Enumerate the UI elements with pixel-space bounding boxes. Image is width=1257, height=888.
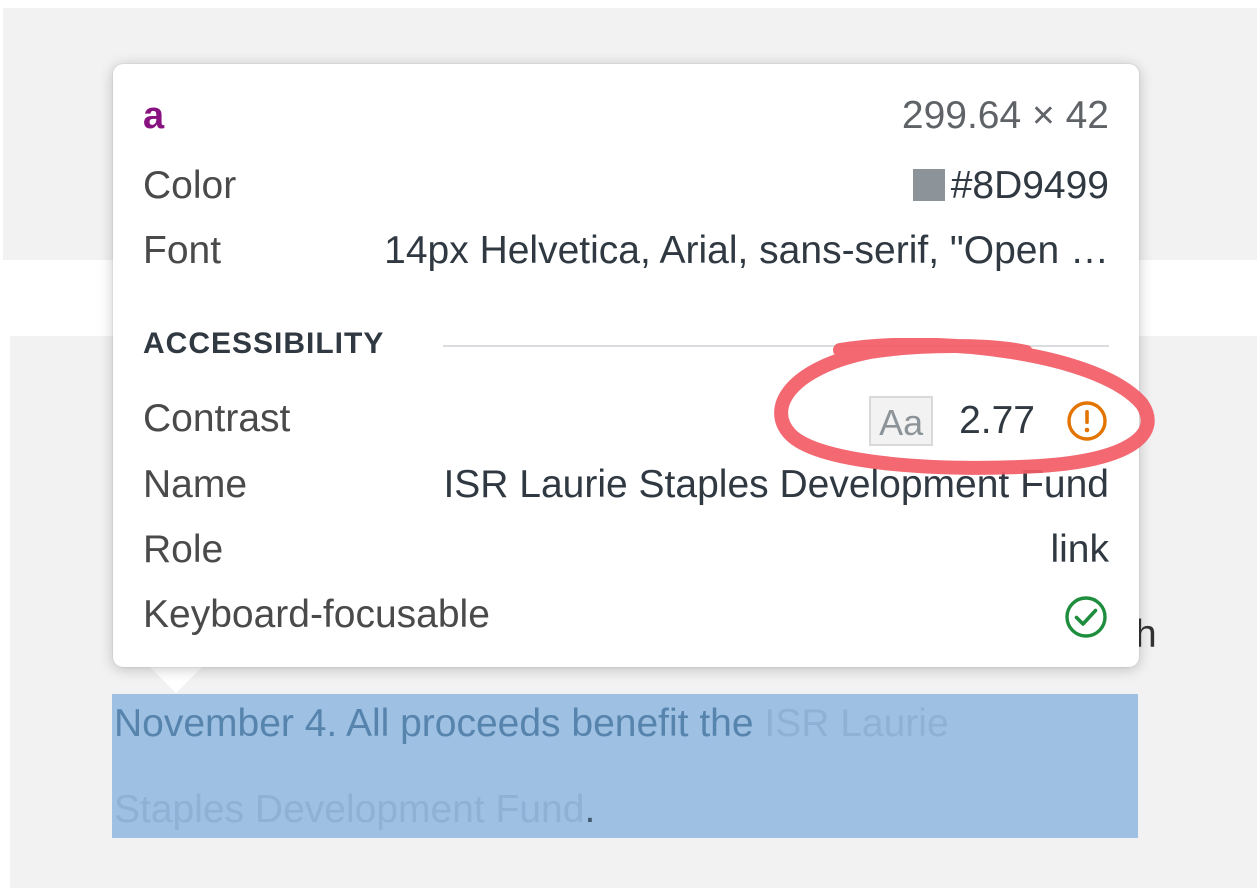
contrast-label: Contrast — [143, 397, 291, 440]
font-value: 14px Helvetica, Arial, sans-serif, "Open… — [384, 229, 1109, 272]
contrast-ratio: 2.77 — [959, 398, 1035, 442]
color-row: Color #8D9499 — [143, 161, 1109, 211]
color-value-group: #8D9499 — [912, 161, 1109, 211]
element-dimensions: 299.64 × 42 — [901, 94, 1109, 137]
tooltip-pointer — [148, 665, 204, 693]
paragraph-line-2: Staples Development Fund. — [114, 787, 595, 833]
highlighted-paragraph: November 4. All proceeds benefit the ISR… — [112, 694, 1138, 838]
inspected-link-part-2[interactable]: Staples Development Fund — [114, 788, 584, 831]
stage: h November 4. All proceeds benefit the I… — [0, 0, 1257, 888]
name-label: Name — [143, 463, 248, 506]
paragraph-period: . — [584, 788, 596, 831]
contrast-row: Contrast Aa 2.77 — [143, 394, 1109, 446]
paragraph-text: November 4. All proceeds benefit the — [114, 702, 765, 745]
color-value: #8D9499 — [950, 164, 1109, 207]
inspect-tooltip: a 299.64 × 42 Color #8D9499 Font 14px He… — [113, 64, 1139, 667]
accessible-name-value: ISR Laurie Staples Development Fund — [443, 463, 1109, 506]
focusable-label: Keyboard-focusable — [143, 593, 490, 636]
focusable-status — [1063, 590, 1109, 640]
paragraph-line-1: November 4. All proceeds benefit the ISR… — [114, 701, 949, 747]
check-circle-icon — [1065, 596, 1107, 638]
color-label: Color — [143, 164, 237, 207]
inspected-link-part-1[interactable]: ISR Laurie — [764, 702, 948, 745]
role-row: Role link — [143, 525, 1109, 575]
focusable-row: Keyboard-focusable — [143, 590, 1109, 640]
element-tag: a — [143, 95, 165, 137]
font-label: Font — [143, 229, 222, 272]
role-label: Role — [143, 528, 224, 571]
section-divider — [443, 345, 1109, 347]
accessibility-section-title: ACCESSIBILITY — [143, 327, 385, 360]
color-swatch — [912, 169, 945, 201]
role-value: link — [1050, 528, 1109, 571]
contrast-value-group: Aa 2.77 — [869, 394, 1109, 446]
warning-circle-icon — [1067, 401, 1107, 441]
font-row: Font 14px Helvetica, Arial, sans-serif, … — [143, 226, 1109, 276]
name-row: Name ISR Laurie Staples Development Fund — [143, 460, 1109, 510]
contrast-sample: Aa — [869, 395, 934, 446]
element-header-row: a 299.64 × 42 — [143, 91, 1109, 141]
